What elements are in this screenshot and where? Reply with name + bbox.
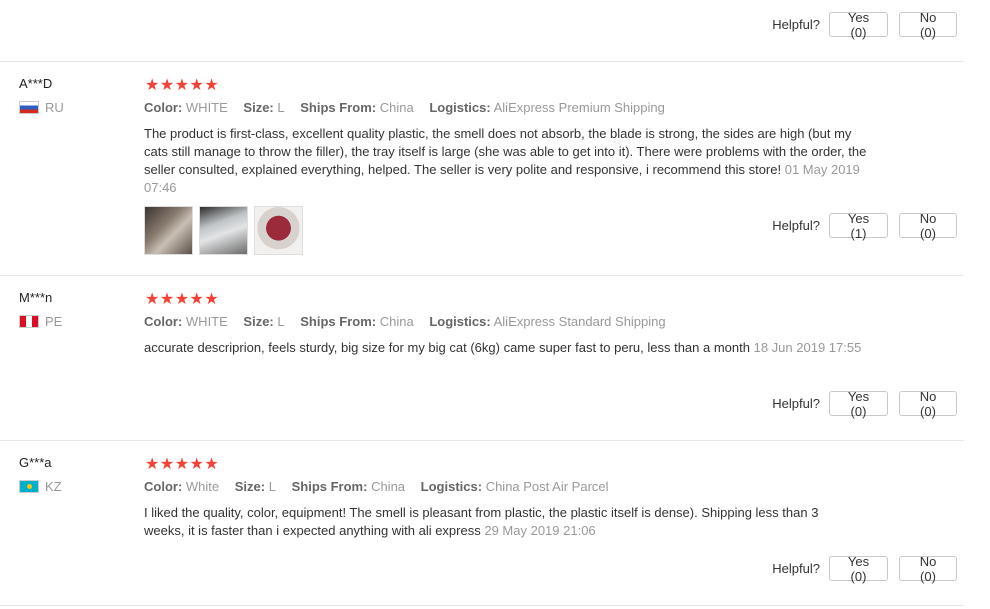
review-body: The product is first-class, excellent qu… (144, 126, 867, 177)
star-rating: ★★★★★ (145, 456, 220, 473)
logistics-label: Logistics: (429, 100, 491, 115)
helpful-row-top: Helpful? Yes (0) No (0) (772, 10, 957, 40)
reviewer-name: G***a (19, 455, 52, 470)
ships-from-label: Ships From: (300, 100, 377, 115)
reviewer-name: M***n (19, 290, 53, 305)
review-body: accurate descriprion, feels sturdy, big … (144, 340, 750, 355)
helpful-row: Helpful? Yes (0) No (0) (772, 554, 957, 584)
reviewer-country: PE (19, 314, 62, 329)
review-photos (144, 206, 309, 255)
divider (0, 440, 964, 441)
color-label: Color: (144, 100, 183, 115)
ships-from-value: China (379, 314, 414, 329)
divider (0, 61, 964, 62)
size-value: L (277, 314, 285, 329)
no-button[interactable]: No (0) (899, 211, 957, 241)
review-meta: Color: WHITE Size: L Ships From: China L… (144, 314, 678, 329)
no-button[interactable]: No (0) (899, 10, 957, 40)
yes-button[interactable]: Yes (0) (829, 389, 888, 419)
review-photo-1[interactable] (144, 206, 193, 255)
no-button[interactable]: No (0) (899, 389, 957, 419)
ships-from-label: Ships From: (300, 314, 377, 329)
star-rating: ★★★★★ (145, 291, 220, 308)
review-text: accurate descriprion, feels sturdy, big … (144, 339, 864, 357)
size-value: L (268, 479, 276, 494)
yes-button[interactable]: Yes (1) (829, 211, 888, 241)
country-code: KZ (45, 479, 62, 494)
yes-button[interactable]: Yes (0) (829, 554, 888, 584)
reviewer-name: A***D (19, 76, 53, 91)
size-label: Size: (243, 314, 274, 329)
logistics-value: China Post Air Parcel (485, 479, 609, 494)
reviewer-country: RU (19, 100, 64, 115)
helpful-row: Helpful? Yes (1) No (0) (772, 211, 957, 241)
review-photo-3[interactable] (254, 206, 303, 255)
divider (0, 605, 964, 606)
logistics-label: Logistics: (420, 479, 483, 494)
review-date: 29 May 2019 21:06 (484, 523, 596, 538)
flag-pe-icon (19, 315, 39, 328)
country-code: RU (45, 100, 64, 115)
helpful-label: Helpful? (772, 17, 820, 32)
yes-button[interactable]: Yes (0) (829, 10, 888, 40)
size-label: Size: (243, 100, 274, 115)
flag-kz-icon (19, 480, 39, 493)
color-value: WHITE (185, 100, 228, 115)
logistics-value: AliExpress Premium Shipping (493, 100, 665, 115)
helpful-row: Helpful? Yes (0) No (0) (772, 389, 957, 419)
size-value: L (277, 100, 285, 115)
color-value: White (185, 479, 220, 494)
star-rating: ★★★★★ (145, 77, 220, 94)
review-meta: Color: White Size: L Ships From: China L… (144, 479, 621, 494)
divider (0, 275, 964, 276)
color-label: Color: (144, 479, 183, 494)
color-value: WHITE (185, 314, 228, 329)
review-meta: Color: WHITE Size: L Ships From: China L… (144, 100, 677, 115)
review-text: I liked the quality, color, equipment! T… (144, 504, 859, 540)
flag-ru-icon (19, 101, 39, 114)
helpful-label: Helpful? (772, 561, 820, 576)
review-body: I liked the quality, color, equipment! T… (144, 505, 819, 538)
ships-from-label: Ships From: (291, 479, 368, 494)
review-date: 18 Jun 2019 17:55 (753, 340, 862, 355)
reviewer-country: KZ (19, 479, 62, 494)
logistics-value: AliExpress Standard Shipping (493, 314, 666, 329)
size-label: Size: (234, 479, 266, 494)
review-text: The product is first-class, excellent qu… (144, 125, 869, 197)
review-item: A***D RU ★★★★★ Color: WHITE Size: L Ship… (0, 76, 964, 276)
no-button[interactable]: No (0) (899, 554, 957, 584)
review-photo-2[interactable] (199, 206, 248, 255)
ships-from-value: China (371, 479, 406, 494)
logistics-label: Logistics: (429, 314, 491, 329)
ships-from-value: China (379, 100, 414, 115)
helpful-label: Helpful? (772, 396, 820, 411)
country-code: PE (45, 314, 63, 329)
helpful-label: Helpful? (772, 218, 820, 233)
color-label: Color: (144, 314, 183, 329)
